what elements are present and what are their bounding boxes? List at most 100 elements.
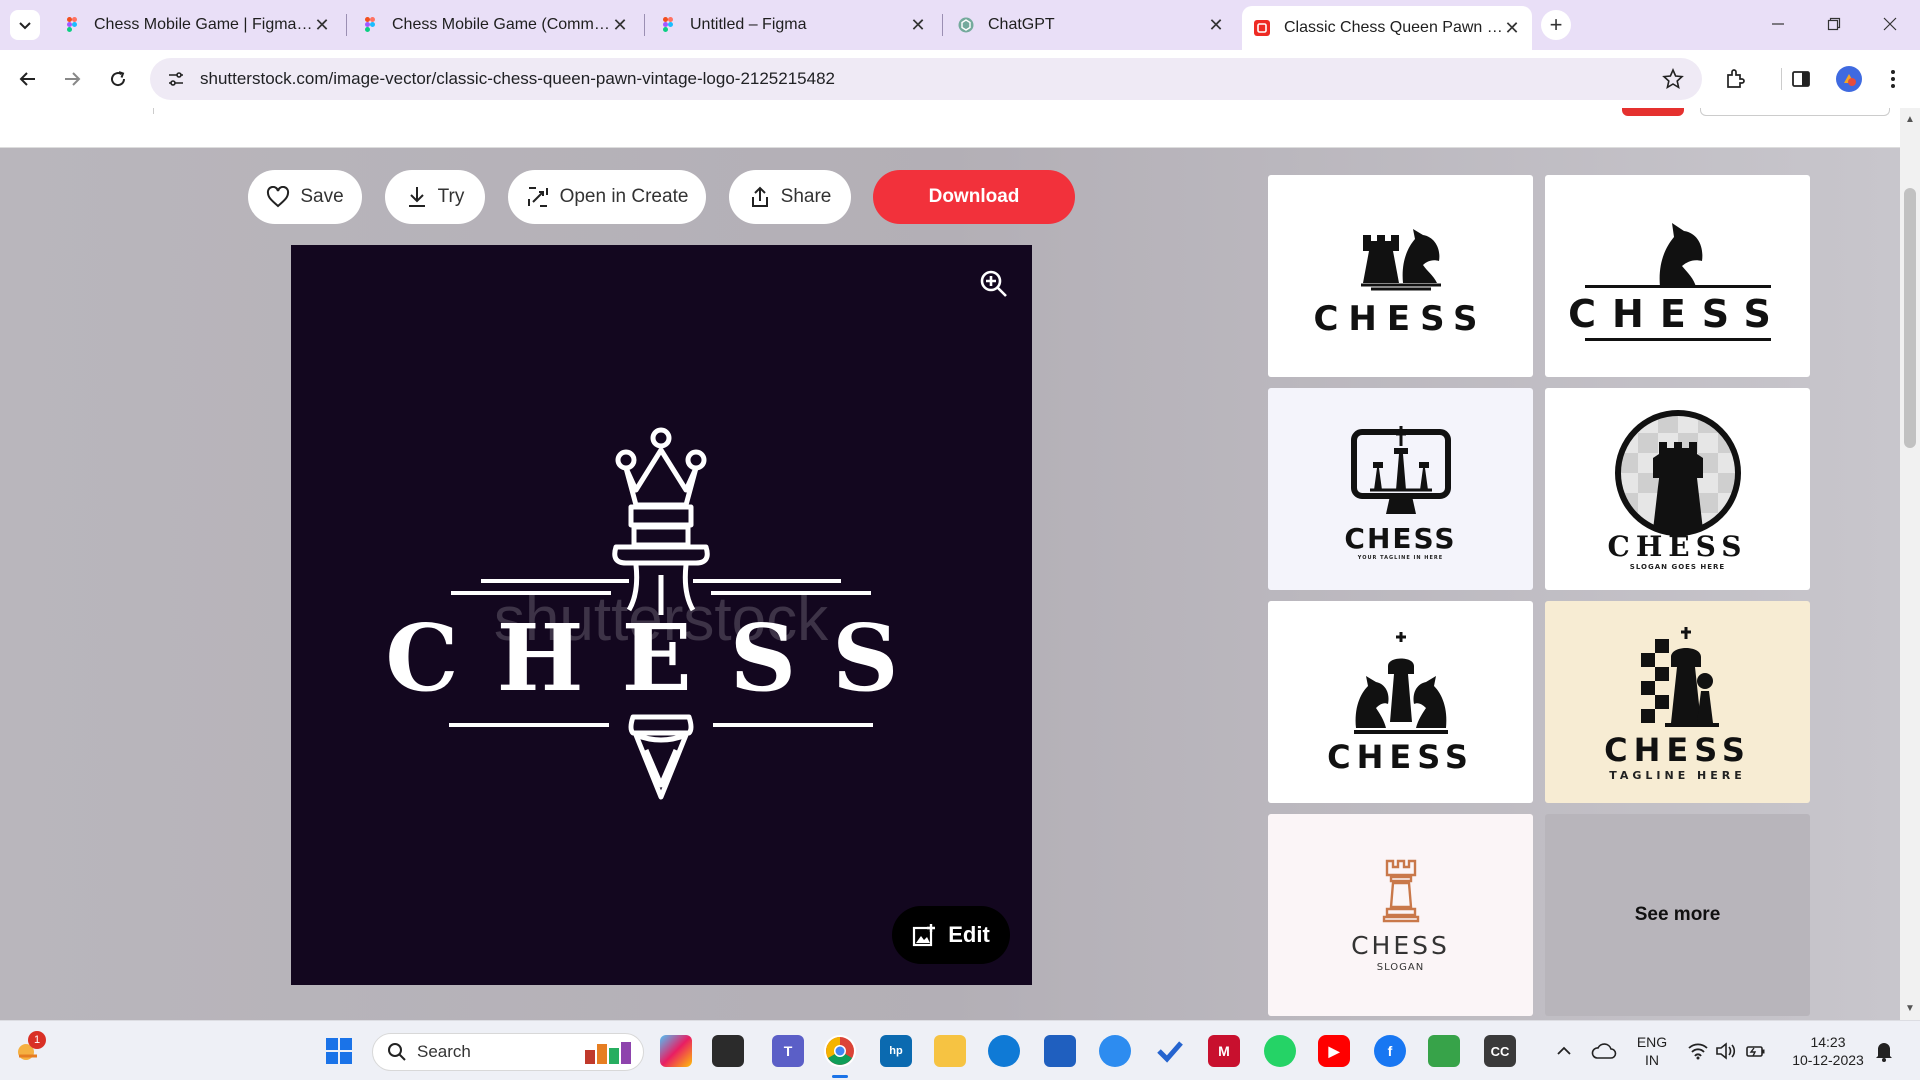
close-icon[interactable]: ✕ xyxy=(910,15,926,35)
thumb-text: CHESS xyxy=(1604,730,1751,769)
browser-toolbar: shutterstock.com/image-vector/classic-ch… xyxy=(0,50,1920,108)
close-icon[interactable]: ✕ xyxy=(314,15,330,35)
monitor-chess-logo-image xyxy=(1350,425,1451,514)
page-scrollbar[interactable]: ▲ ▼ xyxy=(1900,108,1920,1020)
related-thumb-4[interactable]: CHESS SLOGAN GOES HERE xyxy=(1545,388,1810,590)
related-thumb-6[interactable]: CHESS TAGLINE HERE xyxy=(1545,601,1810,803)
chevron-up-icon[interactable] xyxy=(1548,1035,1580,1067)
edit-button[interactable]: Edit xyxy=(892,906,1010,964)
bookmark-star-icon[interactable] xyxy=(1662,67,1684,95)
try-button[interactable]: Try xyxy=(385,170,485,224)
myhp-app-icon[interactable]: hp xyxy=(880,1035,912,1067)
edit-label: Edit xyxy=(948,922,990,947)
restore-button[interactable] xyxy=(1804,6,1864,42)
tab-separator xyxy=(942,14,943,36)
new-tab-button[interactable]: + xyxy=(1541,10,1571,40)
download-arrow-icon xyxy=(408,187,425,207)
related-thumb-5[interactable]: CHESS xyxy=(1268,601,1533,803)
close-icon[interactable]: ✕ xyxy=(1504,18,1520,38)
active-app-indicator xyxy=(832,1075,848,1078)
arrow-left-icon xyxy=(19,72,35,86)
reload-button[interactable] xyxy=(102,63,134,95)
more-menu-icon[interactable] xyxy=(1880,66,1906,92)
address-bar[interactable]: shutterstock.com/image-vector/classic-ch… xyxy=(150,58,1702,100)
windows-start-icon[interactable] xyxy=(323,1035,355,1067)
tab-chatgpt[interactable]: ChatGPT ✕ xyxy=(946,8,1236,42)
chrome-app-icon[interactable] xyxy=(824,1035,856,1067)
scroll-down-icon[interactable]: ▼ xyxy=(1905,1003,1915,1014)
zoom-in-icon[interactable] xyxy=(976,266,1012,302)
cc-app-icon[interactable]: CC xyxy=(1484,1035,1516,1067)
copilot-app-icon[interactable] xyxy=(660,1035,692,1067)
heart-icon xyxy=(267,186,290,208)
tab-separator xyxy=(346,14,347,36)
url-text: shutterstock.com/image-vector/classic-ch… xyxy=(200,69,835,88)
scroll-up-icon[interactable]: ▲ xyxy=(1905,114,1915,125)
whatsapp-app-icon[interactable] xyxy=(1264,1035,1296,1067)
windows-taskbar: 1 Search T hp M ▶ f CC ENG IN 14:23 10-1… xyxy=(0,1020,1920,1080)
related-thumb-1[interactable]: CHESS xyxy=(1268,175,1533,377)
close-icon[interactable]: ✕ xyxy=(1208,15,1224,35)
volume-icon[interactable] xyxy=(1710,1035,1742,1067)
close-icon[interactable]: ✕ xyxy=(612,15,628,35)
arrow-right-icon xyxy=(65,72,81,86)
rook-knight-logo-image xyxy=(1360,229,1441,291)
minimize-button[interactable] xyxy=(1748,6,1808,42)
spreadsheet-app-icon[interactable] xyxy=(1428,1035,1460,1067)
tab-label: Untitled – Figma xyxy=(690,16,807,33)
clock-time: 14:23 xyxy=(1810,1034,1846,1050)
related-thumb-7[interactable]: CHESS SLOGAN xyxy=(1268,814,1533,1016)
related-thumb-2[interactable]: CHESS xyxy=(1545,175,1810,377)
teams-app-icon[interactable]: T xyxy=(772,1035,804,1067)
youtube-app-icon[interactable]: ▶ xyxy=(1318,1035,1350,1067)
taskbar-search-label: Search xyxy=(417,1042,471,1061)
battery-icon[interactable] xyxy=(1740,1035,1772,1067)
mcafee-app-icon[interactable]: M xyxy=(1208,1035,1240,1067)
assistant-app-icon[interactable] xyxy=(1099,1035,1131,1067)
thumb-tagline: YOUR TAGLINE IN HERE xyxy=(1357,554,1444,561)
header-accent-button[interactable] xyxy=(1622,108,1684,116)
see-more-button[interactable]: See more xyxy=(1545,814,1810,1016)
clock[interactable]: 14:23 10-12-2023 xyxy=(1778,1033,1878,1069)
thumb-tagline: SLOGAN GOES HERE xyxy=(1629,562,1726,571)
king-knights-logo-image xyxy=(1353,632,1448,734)
taskbar-search[interactable]: Search xyxy=(372,1033,644,1071)
forward-button[interactable] xyxy=(56,63,88,95)
language-code: ENG xyxy=(1636,1034,1668,1050)
onedrive-icon[interactable] xyxy=(1588,1035,1620,1067)
edge-app-icon[interactable] xyxy=(988,1035,1020,1067)
chatgpt-icon xyxy=(958,17,974,33)
todo-app-icon[interactable] xyxy=(1154,1035,1186,1067)
facebook-app-icon[interactable]: f xyxy=(1374,1035,1406,1067)
tab-figma-2[interactable]: Chess Mobile Game (Communi ✕ xyxy=(350,8,640,42)
back-button[interactable] xyxy=(12,63,44,95)
store-app-icon[interactable] xyxy=(1044,1035,1076,1067)
notifications-bell-icon[interactable] xyxy=(1868,1035,1900,1067)
language-indicator[interactable]: ENG IN xyxy=(1632,1033,1672,1069)
site-settings-icon[interactable] xyxy=(164,67,188,91)
figma-icon xyxy=(67,17,77,32)
download-button[interactable]: Download xyxy=(873,170,1075,224)
share-label: Share xyxy=(780,186,832,207)
save-button[interactable]: Save xyxy=(248,170,362,224)
tab-figma-3[interactable]: Untitled – Figma ✕ xyxy=(648,8,938,42)
terminal-app-icon[interactable] xyxy=(712,1035,744,1067)
image-preview[interactable]: CHESS shutterstock xyxy=(291,245,1032,985)
tab-figma-1[interactable]: Chess Mobile Game | Figma Co ✕ xyxy=(52,8,342,42)
close-window-button[interactable] xyxy=(1860,6,1920,42)
related-thumb-3[interactable]: CHESS YOUR TAGLINE IN HERE xyxy=(1268,388,1533,590)
figma-icon xyxy=(365,17,375,32)
extensions-icon[interactable] xyxy=(1722,66,1748,92)
search-icon xyxy=(388,1043,406,1061)
search-highlight-icon xyxy=(585,1042,631,1064)
share-button[interactable]: Share xyxy=(729,170,851,224)
chess-queen-logo-image: CHESS shutterstock xyxy=(385,427,899,800)
side-panel-icon[interactable] xyxy=(1788,66,1814,92)
open-in-create-button[interactable]: Open in Create xyxy=(508,170,706,224)
tab-shutterstock[interactable]: Classic Chess Queen Pawn Vint ✕ xyxy=(1242,6,1532,50)
scrollbar-thumb[interactable] xyxy=(1904,188,1916,448)
tab-search-button[interactable] xyxy=(10,10,40,40)
thumb-tagline: TAGLINE HERE xyxy=(1609,768,1746,782)
profile-avatar[interactable] xyxy=(1836,66,1862,92)
file-explorer-icon[interactable] xyxy=(934,1035,966,1067)
